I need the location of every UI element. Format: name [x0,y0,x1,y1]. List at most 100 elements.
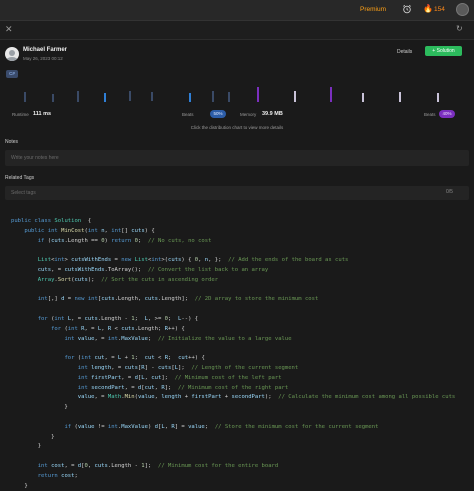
code-token: int [67,325,82,332]
code-line: int firstPart, = d[L, cut]; // Minimum c… [11,374,455,384]
distribution-bar[interactable] [129,91,131,101]
code-token: public class [11,218,55,224]
code-token: MinCost [61,227,85,234]
code-token: // Initialize the value to a large value [157,335,292,342]
top-navbar: Premium 🔥 154 [0,0,474,21]
code-token: value [188,423,205,430]
code-token: cuts [121,325,135,332]
code-token: int [37,462,52,469]
code-token: cuts [101,296,115,303]
code-line: int cost, = d[0, cuts.Length - 1]; // Mi… [11,462,455,472]
streak-count[interactable]: 154 [434,6,445,13]
code-token: , = [71,315,85,322]
language-badge: C# [6,70,18,78]
code-token: .Length; [134,325,165,332]
code-line: Array.Sort(cuts); // Sort the cuts in as… [11,276,455,286]
code-token: .Length == [64,237,102,244]
code-line: int[,] d = new int[cuts.Length, cuts.Len… [11,295,455,305]
code-token: [,] [47,296,62,303]
distribution-bar[interactable] [437,93,439,102]
distribution-bar[interactable] [77,91,79,102]
code-token: int [77,384,92,391]
distribution-bar[interactable] [52,94,54,102]
code-token: cut [94,355,105,362]
memory-beats-badge: 40% [439,110,455,118]
code-token: = [64,296,75,303]
code-token: cut [144,384,155,391]
code-token: ); [87,276,102,283]
code-line: public int MinCost(int n, int[] cuts) { [11,227,455,237]
code-token: new int [74,296,98,303]
distribution-bar[interactable] [257,87,259,102]
code-line: return cost; [11,472,455,482]
code-token: ; [168,315,179,322]
submission-toolbar [0,21,474,40]
code-token: ); [264,394,279,401]
runtime-label: Runtime [12,112,29,117]
author-name[interactable]: Michael Farmer [23,47,67,53]
code-line: cuts, = cutsWithEnds.ToArray(); // Conve… [11,266,455,276]
refresh-icon[interactable]: ↻ [456,24,463,33]
premium-link[interactable]: Premium [360,6,386,13]
distribution-bar[interactable] [24,92,26,102]
code-token: ; [204,423,215,430]
distribution-bar[interactable] [212,91,214,102]
code-token: .Length]; [158,296,195,303]
code-token: cuts [74,276,88,283]
code-line: for (int L, = cuts.Length - 1; L, >= 0; … [11,315,455,325]
alarm-clock-icon[interactable] [402,4,412,14]
code-token: } [11,404,68,411]
code-token: Math [107,394,122,401]
code-token: ++) { [188,355,205,362]
code-token: [] [121,227,132,234]
post-solution-button[interactable]: + Solution [425,46,462,56]
code-token: ]; [161,374,175,381]
author-avatar[interactable] [5,47,19,61]
distribution-bar[interactable] [151,92,153,101]
user-avatar-icon[interactable] [456,3,469,16]
code-token: ] = [174,423,189,430]
code-token: length [91,364,112,371]
code-token: cuts [124,364,138,371]
distribution-bar[interactable] [228,92,230,102]
code-token: Min [124,394,135,401]
code-line: if (value != int.MaxValue) d[L, R] = val… [11,423,455,433]
tags-count: 0/5 [446,189,453,195]
code-token: cuts [144,296,158,303]
code-token: .Length - [107,462,142,469]
close-icon[interactable]: ✕ [5,24,13,35]
distribution-chart[interactable] [0,85,474,109]
distribution-bar[interactable] [330,87,332,102]
code-viewer[interactable]: public class Solution { public int MinCo… [11,217,455,491]
distribution-bar[interactable] [189,93,191,102]
code-token: int [37,296,48,303]
distribution-bar[interactable] [104,93,106,102]
distribution-bar[interactable] [399,92,401,102]
details-link[interactable]: Details [397,49,412,55]
code-token: firstPart [191,394,222,401]
code-token: , = [104,355,118,362]
distribution-hint: Click the distribution chart to view mor… [190,125,284,130]
distribution-bar[interactable] [294,91,296,102]
related-tags-label: Related Tags [5,175,35,181]
code-line: public class Solution { [11,217,455,227]
code-token: int [107,335,118,342]
notes-input[interactable] [5,150,469,166]
tags-input[interactable] [5,186,469,200]
code-token: < [154,355,165,362]
code-token: cuts [84,315,98,322]
distribution-bar[interactable] [362,93,364,102]
code-token: ) { [144,227,155,234]
